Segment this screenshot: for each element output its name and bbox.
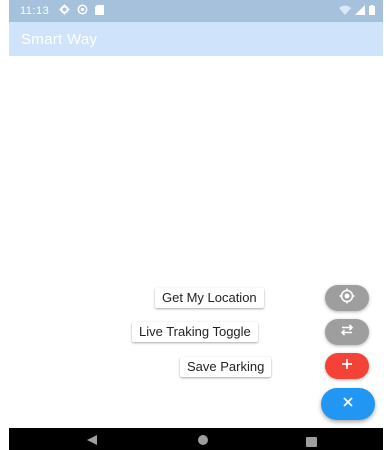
- back-icon[interactable]: [86, 433, 98, 450]
- wifi-icon: [339, 5, 351, 18]
- status-time: 11:13: [20, 5, 50, 17]
- status-bar: 11:13: [9, 0, 383, 22]
- get-location-button[interactable]: [325, 285, 369, 311]
- live-tracking-label[interactable]: Live Traking Toggle: [132, 322, 258, 342]
- plus-icon: [341, 357, 353, 375]
- app-title: Smart Way: [21, 30, 98, 48]
- close-icon: [342, 395, 354, 413]
- swap-arrows-icon: [339, 323, 355, 341]
- gear-icon: [59, 4, 70, 18]
- app-bar: Smart Way: [9, 22, 383, 56]
- sd-card-icon: [95, 4, 105, 18]
- get-location-label[interactable]: Get My Location: [155, 288, 264, 308]
- at-sign-icon: [77, 4, 88, 18]
- app-screen: 11:13 Smart Way Get My Location Live Tra…: [0, 0, 389, 450]
- fab-item-live-tracking: Live Traking Toggle: [132, 322, 258, 342]
- save-parking-label[interactable]: Save Parking: [180, 357, 272, 377]
- fab-item-get-location: Get My Location: [155, 288, 264, 308]
- live-tracking-button[interactable]: [325, 319, 369, 345]
- recents-icon[interactable]: [306, 434, 317, 450]
- save-parking-button[interactable]: [325, 353, 369, 379]
- signal-icon: [355, 4, 365, 18]
- main-fab-close-button[interactable]: [321, 388, 375, 420]
- fab-item-save-parking: Save Parking: [180, 357, 272, 377]
- navigation-bar: [9, 428, 383, 450]
- battery-icon: [369, 4, 375, 18]
- home-icon[interactable]: [197, 433, 209, 450]
- location-target-icon: [339, 288, 355, 309]
